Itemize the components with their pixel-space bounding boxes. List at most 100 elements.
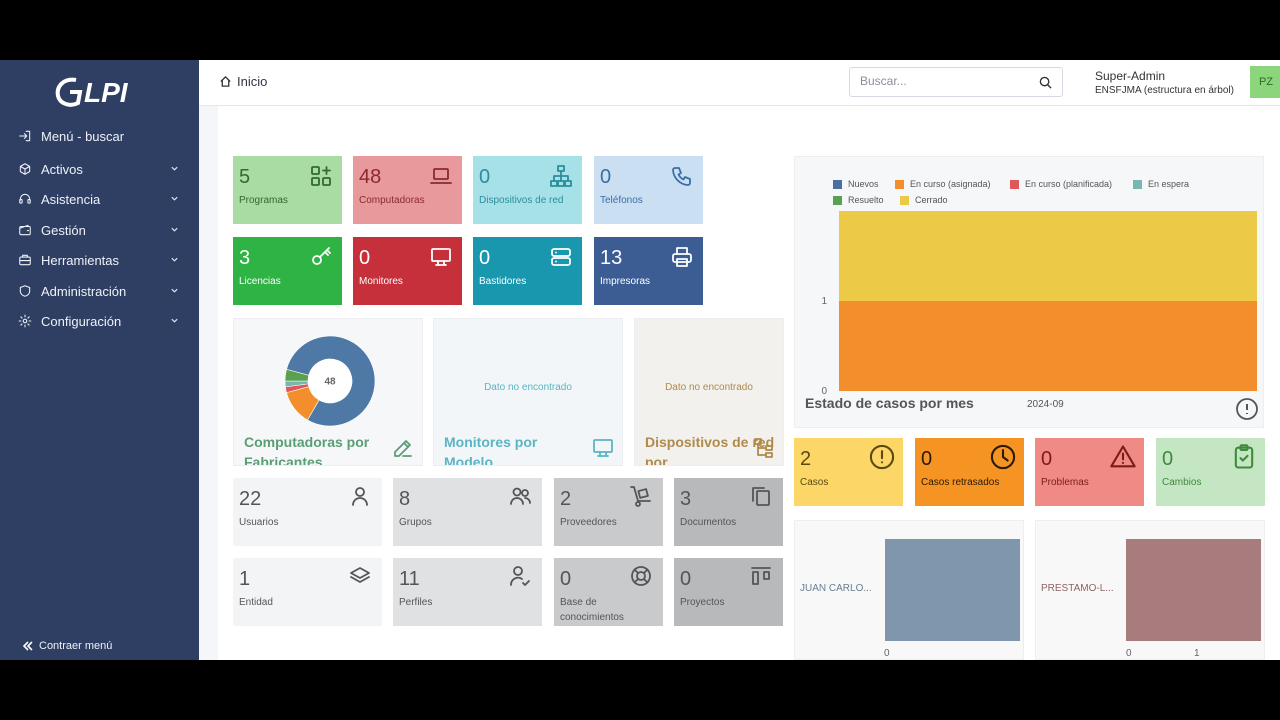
tile-impresoras[interactable]: 13 Impresoras: [594, 237, 703, 305]
tile-base[interactable]: 0 Base de conocimientos: [554, 558, 663, 626]
avatar[interactable]: PZ: [1250, 66, 1280, 98]
tile-count: 8: [399, 488, 411, 510]
sidebar-item-label: Herramientas: [41, 253, 120, 268]
tile-cambios[interactable]: 0 Cambios: [1156, 438, 1265, 506]
tile-problemas[interactable]: 0 Problemas: [1035, 438, 1144, 506]
tile-computadoras[interactable]: 48 Computadoras: [353, 156, 462, 224]
tile-label: Programas: [239, 195, 288, 206]
chart-panel-2[interactable]: Dato no encontrado Monitores por Modelo: [433, 318, 623, 466]
tile-count: 0: [680, 568, 692, 590]
sidebar-item-gestión[interactable]: Gestión: [0, 216, 199, 244]
no-data-message: Dato no encontrado: [665, 382, 753, 393]
edit-icon[interactable]: [391, 436, 415, 460]
shield-icon: [18, 284, 32, 298]
tile-count: 13: [600, 247, 623, 269]
files-icon: [749, 484, 773, 508]
sitemap-icon[interactable]: [752, 436, 776, 460]
tile-entidad[interactable]: 1 Entidad: [233, 558, 382, 626]
y-tick-label: 1: [821, 296, 827, 307]
tile-count: 0: [560, 568, 572, 590]
glpi-window: LPI Menú - buscar Activos Asistencia Ges…: [0, 60, 1280, 660]
box-icon: [18, 162, 32, 176]
tile-usuarios[interactable]: 22 Usuarios: [233, 478, 382, 546]
tile-label: Licencias: [239, 276, 281, 287]
bar-segment-en-curso-asignada-[interactable]: [839, 301, 1257, 391]
sidebar-item-configuración[interactable]: Configuración: [0, 307, 199, 335]
sidebar-item-label: Gestión: [41, 223, 86, 238]
tile-label: Computadoras: [359, 195, 425, 206]
breadcrumb-home[interactable]: Inicio: [237, 74, 267, 89]
tile-monitores[interactable]: 0 Monitores: [353, 237, 462, 305]
x-tick-label: 0: [884, 648, 890, 659]
alert-triangle-icon: [1109, 443, 1137, 471]
user-check-icon: [508, 564, 532, 588]
tile-count: 5: [239, 166, 251, 188]
chart-panel-1[interactable]: 48 Computadoras por Fabricantes: [233, 318, 423, 466]
clock-icon: [989, 443, 1017, 471]
headset-icon: [18, 192, 32, 206]
panel-title: Computadoras por Fabricantes: [244, 434, 370, 466]
monitor-icon[interactable]: [591, 436, 615, 460]
tile-label: Cambios: [1162, 477, 1202, 488]
tile-label: Casos: [800, 477, 829, 488]
tile-casos[interactable]: 2 Casos: [794, 438, 903, 506]
tile-grupos[interactable]: 8 Grupos: [393, 478, 542, 546]
briefcase-icon: [18, 253, 32, 267]
tile-count: 48: [359, 166, 382, 188]
stacked-bar-chart: 01: [821, 211, 1257, 397]
apps-icon: [309, 164, 333, 188]
tile-label: Problemas: [1041, 477, 1089, 488]
sidebar-item-activos[interactable]: Activos: [0, 155, 199, 183]
sidebar-item-menú[interactable]: Menú - buscar: [0, 122, 199, 150]
glpi-logo[interactable]: LPI: [54, 72, 144, 112]
tile-label: Entidad: [239, 597, 273, 608]
user-icon: [348, 484, 372, 508]
tile-count: 0: [921, 448, 933, 470]
sidebar-item-administración[interactable]: Administración: [0, 277, 199, 305]
collapse-menu-button[interactable]: Contraer menú: [22, 640, 112, 652]
mini-bar[interactable]: [1126, 539, 1261, 641]
sidebar-item-label: Asistencia: [41, 192, 101, 207]
tile-teléfonos[interactable]: 0 Teléfonos: [594, 156, 703, 224]
tile-perfiles[interactable]: 11 Perfiles: [393, 558, 542, 626]
tile-label: Usuarios: [239, 517, 279, 528]
search-box[interactable]: [849, 67, 1063, 97]
tile-casos[interactable]: 0 Casos retrasados: [915, 438, 1024, 506]
tile-dispositivos[interactable]: 0 Dispositivos de red: [473, 156, 582, 224]
tile-label: Dispositivos de red: [479, 195, 564, 206]
tile-bastidores[interactable]: 0 Bastidores: [473, 237, 582, 305]
tile-label: Documentos: [680, 517, 737, 528]
alert-circle-icon[interactable]: [1235, 397, 1259, 421]
sidebar-item-asistencia[interactable]: Asistencia: [0, 185, 199, 213]
user-entity[interactable]: ENSFJMA (estructura en árbol): [1095, 85, 1234, 96]
chart-panel-3[interactable]: Dato no encontrado Dispositivos de red po…: [634, 318, 784, 466]
tile-count: 0: [1041, 448, 1053, 470]
tile-count: 0: [600, 166, 612, 188]
gear-icon: [18, 314, 32, 328]
tile-proyectos[interactable]: 0 Proyectos: [674, 558, 783, 626]
user-name[interactable]: Super-Admin: [1095, 69, 1165, 83]
mini-chart-1[interactable]: JUAN CARLO... 0: [794, 520, 1024, 660]
breadcrumb[interactable]: Inicio: [219, 74, 267, 89]
tile-count: 11: [399, 568, 420, 590]
tile-programas[interactable]: 5 Programas: [233, 156, 342, 224]
search-input[interactable]: [860, 74, 1030, 88]
tile-count: 0: [479, 166, 491, 188]
kanban-icon: [749, 564, 773, 588]
tile-licencias[interactable]: 3 Licencias: [233, 237, 342, 305]
search-icon[interactable]: [1039, 76, 1052, 89]
tile-count: 1: [239, 568, 251, 590]
tile-count: 3: [239, 247, 251, 269]
alert-circle-icon: [868, 443, 896, 471]
tile-proveedores[interactable]: 2 Proveedores: [554, 478, 663, 546]
tile-count: 0: [479, 247, 491, 269]
tickets-status-chart-panel: Nuevos En curso (asignada) En curso (pla…: [794, 156, 1264, 428]
server-icon: [549, 245, 573, 269]
sidebar-item-herramientas[interactable]: Herramientas: [0, 246, 199, 274]
chevron-down-icon: [171, 196, 178, 201]
tile-documentos[interactable]: 3 Documentos: [674, 478, 783, 546]
mini-bar[interactable]: [885, 539, 1020, 641]
bar-segment-cerrado[interactable]: [839, 211, 1257, 301]
mini-chart-2[interactable]: PRESTAMO-L... 0 1: [1035, 520, 1265, 660]
svg-text:LPI: LPI: [84, 77, 129, 108]
